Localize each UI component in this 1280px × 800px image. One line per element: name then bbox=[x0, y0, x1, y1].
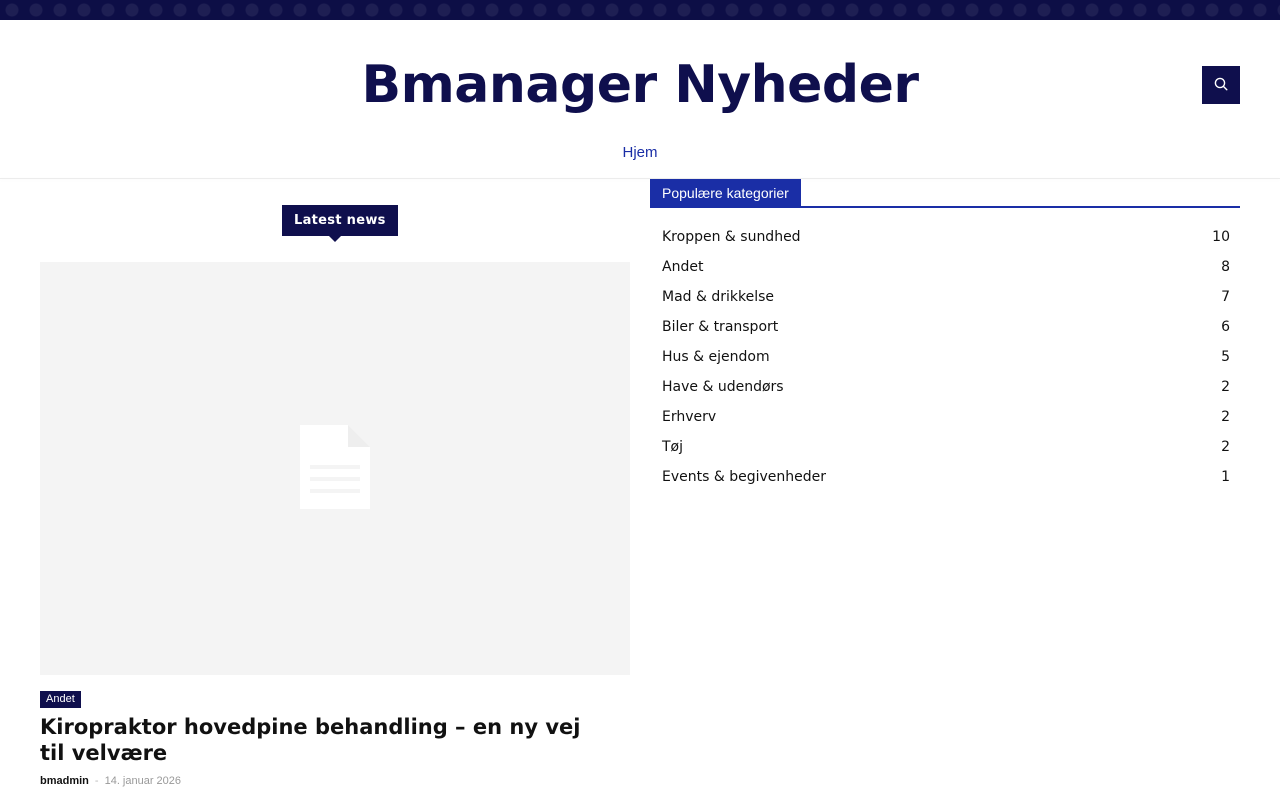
meta-separator: - bbox=[94, 775, 99, 787]
category-count: 6 bbox=[1221, 319, 1230, 335]
badge-caret bbox=[329, 236, 341, 242]
category-name: Mad & drikkelse bbox=[662, 289, 775, 305]
post-category-tag[interactable]: Andet bbox=[40, 691, 81, 708]
category-item[interactable]: Biler & transport 6 bbox=[662, 312, 1230, 342]
popular-categories-title: Populære kategorier bbox=[650, 179, 801, 207]
category-count: 8 bbox=[1221, 259, 1230, 275]
top-decorative-strip bbox=[0, 0, 1280, 20]
category-name: Events & begivenheder bbox=[662, 469, 827, 485]
category-item[interactable]: Andet 8 bbox=[662, 252, 1230, 282]
category-item[interactable]: Kroppen & sundhed 10 bbox=[662, 222, 1230, 252]
category-name: Kroppen & sundhed bbox=[662, 229, 801, 245]
post-thumbnail[interactable] bbox=[40, 262, 630, 675]
category-item[interactable]: Tøj 2 bbox=[662, 432, 1230, 462]
category-name: Tøj bbox=[662, 439, 684, 455]
category-item[interactable]: Erhverv 2 bbox=[662, 402, 1230, 432]
post-meta: bmadmin -14. januar 2026 bbox=[40, 773, 181, 789]
nav-item-hjem[interactable]: Hjem bbox=[622, 140, 657, 166]
category-name: Andet bbox=[662, 259, 704, 275]
widget-title-underline bbox=[650, 206, 1240, 208]
category-count: 5 bbox=[1221, 349, 1230, 365]
header-divider bbox=[0, 178, 1280, 179]
main-nav: Hjem bbox=[0, 140, 1280, 178]
category-name: Have & udendørs bbox=[662, 379, 784, 395]
category-count: 2 bbox=[1221, 409, 1230, 425]
document-placeholder-icon bbox=[300, 424, 370, 513]
category-item[interactable]: Mad & drikkelse 7 bbox=[662, 282, 1230, 312]
site-title[interactable]: Bmanager Nyheder bbox=[0, 52, 1280, 118]
category-count: 2 bbox=[1221, 439, 1230, 455]
post-title[interactable]: Kiropraktor hovedpine behandling – en ny… bbox=[40, 714, 600, 766]
category-item[interactable]: Have & udendørs 2 bbox=[662, 372, 1230, 402]
category-count: 7 bbox=[1221, 289, 1230, 305]
category-item[interactable]: Hus & ejendom 5 bbox=[662, 342, 1230, 372]
post-author[interactable]: bmadmin bbox=[40, 775, 89, 787]
category-count: 1 bbox=[1221, 469, 1230, 485]
category-item[interactable]: Events & begivenheder 1 bbox=[662, 462, 1230, 492]
category-name: Biler & transport bbox=[662, 319, 779, 335]
search-button[interactable] bbox=[1202, 66, 1240, 104]
category-list: Kroppen & sundhed 10 Andet 8 Mad & drikkel… bbox=[662, 222, 1230, 492]
post-date: 14. januar 2026 bbox=[104, 775, 182, 787]
search-icon bbox=[1214, 76, 1228, 95]
category-count: 2 bbox=[1221, 379, 1230, 395]
category-name: Hus & ejendom bbox=[662, 349, 770, 365]
category-count: 10 bbox=[1212, 229, 1230, 245]
category-name: Erhverv bbox=[662, 409, 717, 425]
latest-news-badge: Latest news bbox=[282, 205, 398, 236]
